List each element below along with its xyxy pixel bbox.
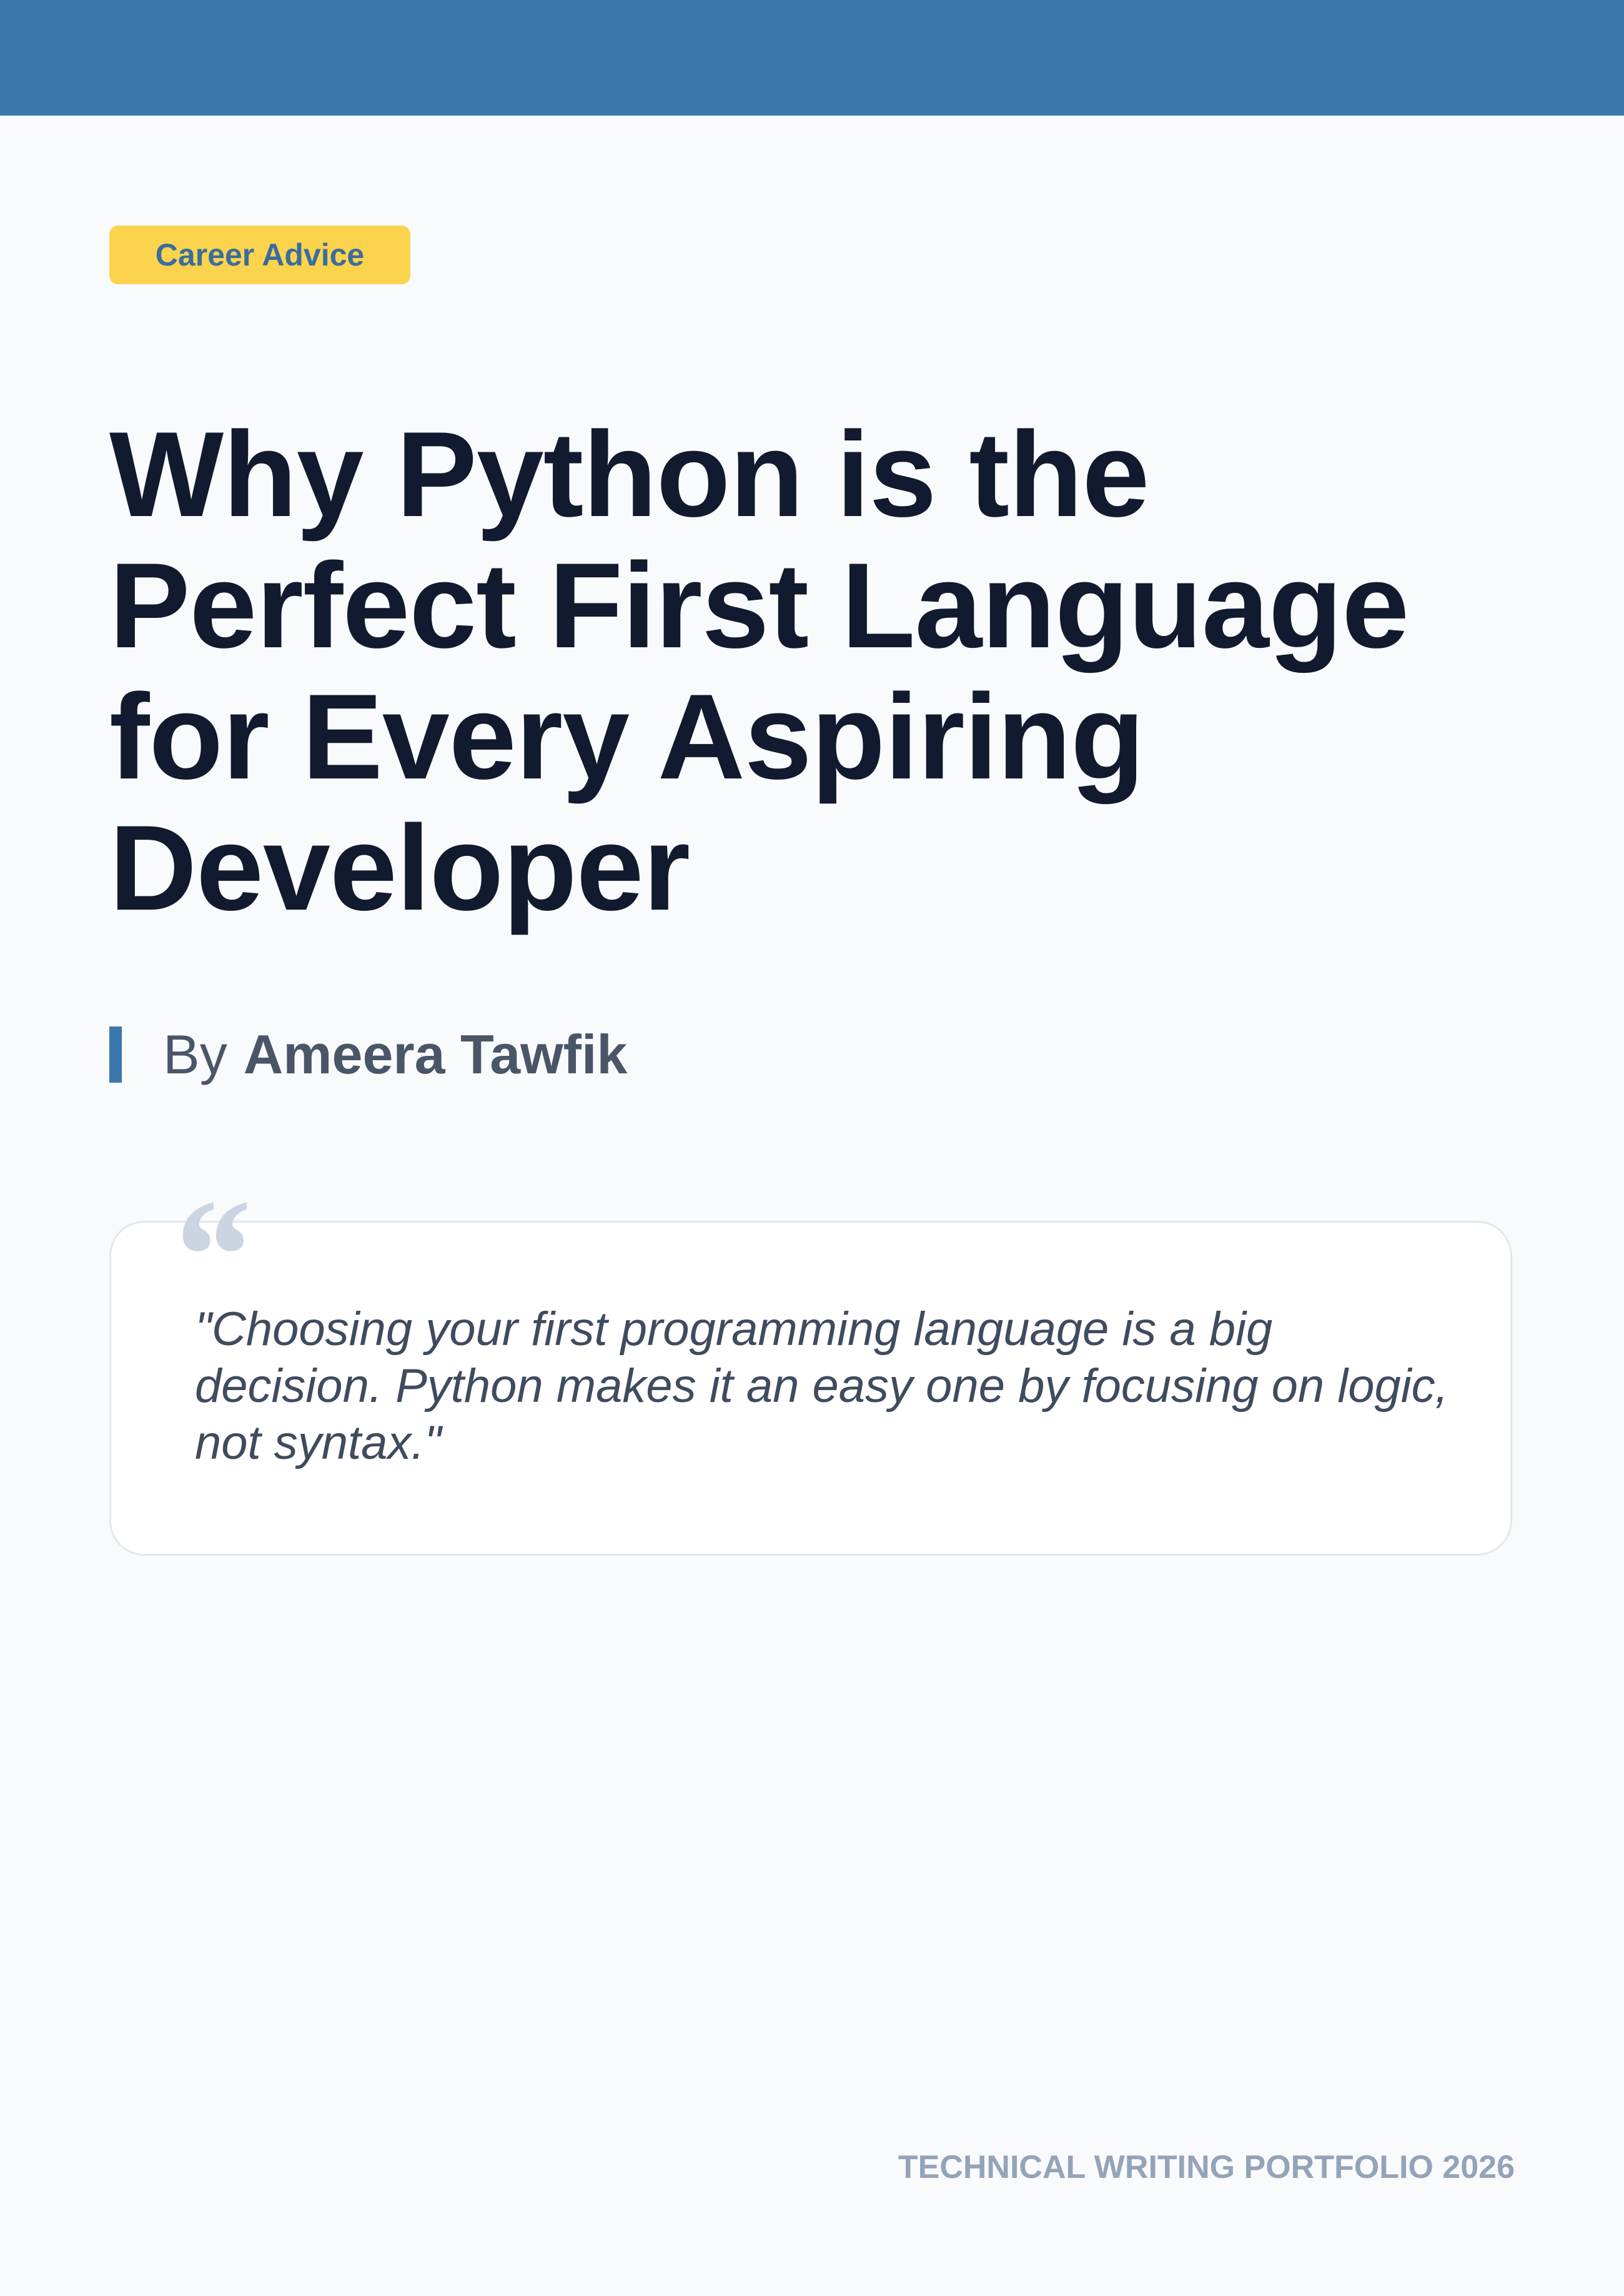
- byline-prefix: By: [163, 1023, 227, 1085]
- header-bar: [0, 0, 1624, 116]
- byline: By Ameera Tawfik: [109, 1023, 628, 1085]
- category-badge: Career Advice: [109, 226, 410, 284]
- footer-label: TECHNICAL WRITING PORTFOLIO 2026: [898, 2149, 1515, 2185]
- quote-mark-icon: “: [167, 1166, 249, 1346]
- author-name: Ameera Tawfik: [243, 1023, 628, 1085]
- article-title: Why Python is the Perfect First Language…: [109, 407, 1409, 936]
- pull-quote-text: "Choosing your first programming languag…: [195, 1303, 1448, 1469]
- byline-accent-bar: [109, 1026, 122, 1083]
